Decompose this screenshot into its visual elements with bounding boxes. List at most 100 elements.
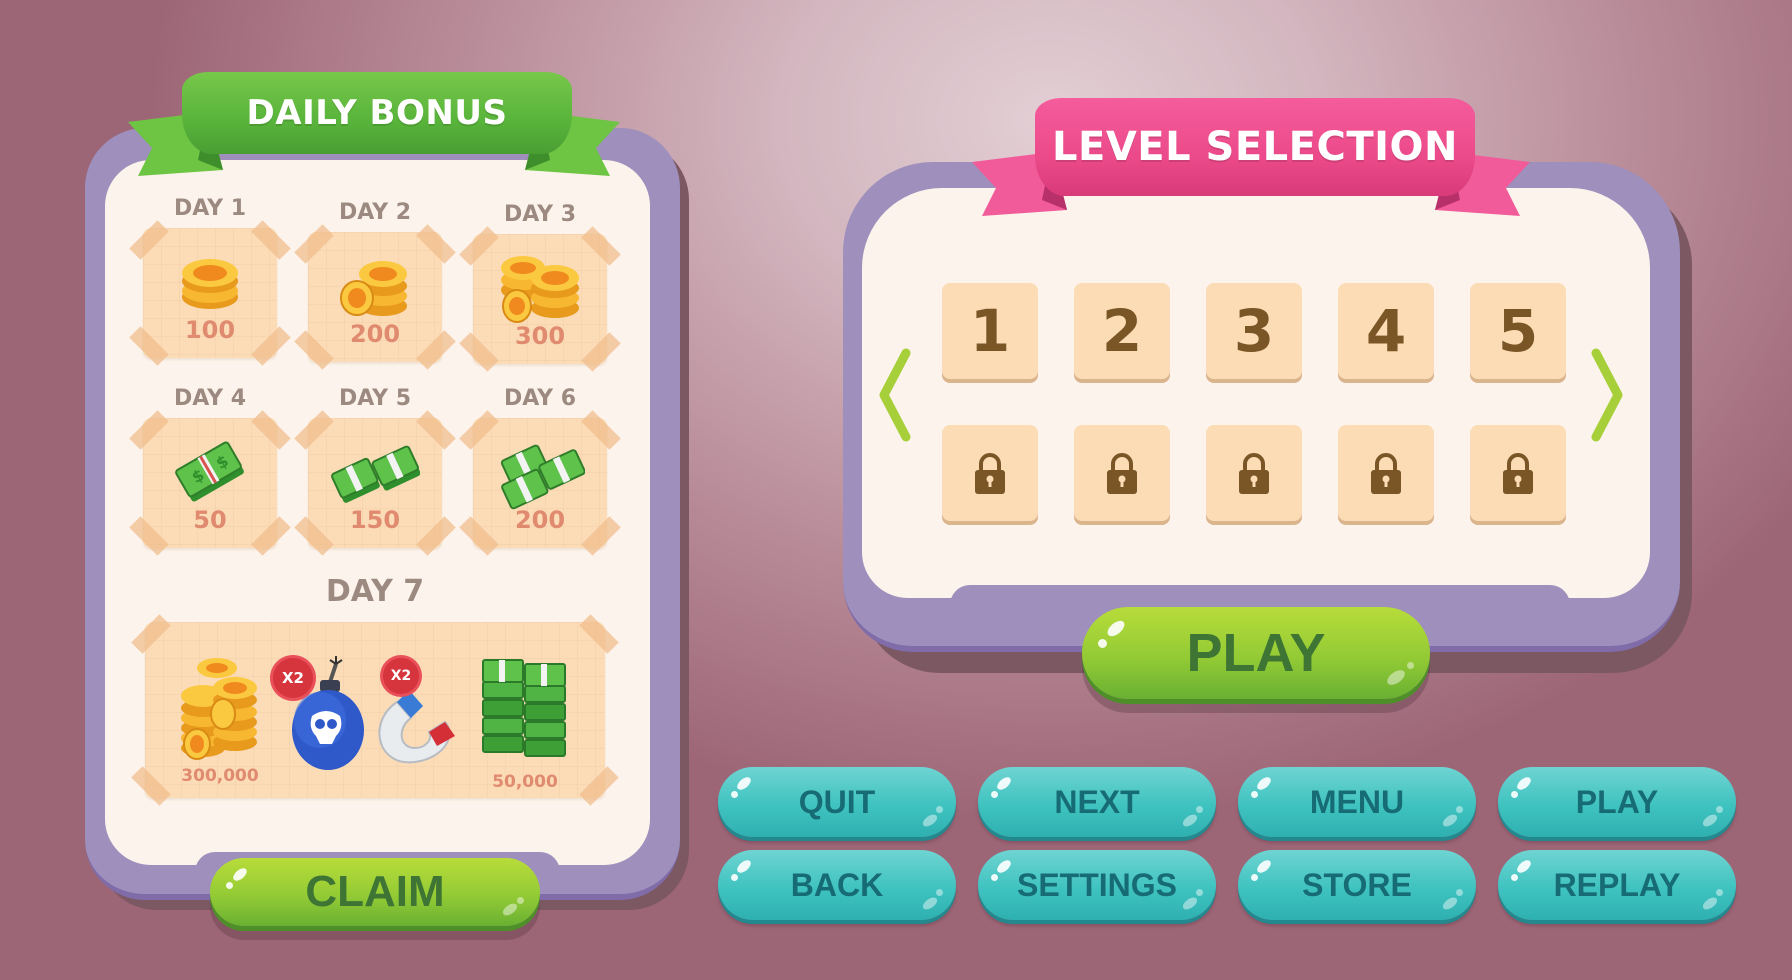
day-2-reward-tile[interactable]: 200 <box>294 224 456 370</box>
gloss-highlight <box>230 865 250 884</box>
gloss-highlight <box>1407 662 1414 669</box>
locked-level-button[interactable] <box>1338 425 1434 521</box>
day-label: DAY 2 <box>338 200 412 225</box>
day-7-reward-tile[interactable]: 300,000 X2 X2 50,000 <box>131 614 619 806</box>
daily-bonus-title: DAILY BONUS <box>182 72 572 154</box>
gloss-highlight <box>734 774 754 793</box>
coin-pile-icon <box>173 652 263 762</box>
quit-button[interactable]: QUIT <box>718 767 956 837</box>
claim-button-label: CLAIM <box>305 867 445 916</box>
day-label: DAY 3 <box>503 202 577 227</box>
replay-button-label: REPLAY <box>1553 866 1681 903</box>
level-play-button[interactable]: PLAY <box>1082 607 1430 699</box>
level-selection-title: LEVEL SELECTION <box>1035 98 1475 196</box>
day-5-reward-tile[interactable]: 150 <box>294 410 456 556</box>
cash-bundle-double-icon <box>308 432 442 512</box>
replay-button[interactable]: REPLAY <box>1498 850 1736 920</box>
magnet-multiplier-badge: X2 <box>383 658 419 694</box>
gloss-highlight <box>1251 874 1258 881</box>
coin-stack-small-icon <box>143 242 277 322</box>
locked-level-button[interactable] <box>1470 425 1566 521</box>
settings-button-label: SETTINGS <box>1016 866 1177 903</box>
play-button[interactable]: PLAY <box>1498 767 1736 837</box>
gloss-highlight <box>920 895 940 912</box>
level-4-button[interactable]: 4 <box>1338 283 1434 379</box>
lock-icon <box>975 453 1005 494</box>
gloss-highlight <box>1456 806 1463 813</box>
day-4-reward-tile[interactable]: $ $ 50 <box>129 410 291 556</box>
gloss-highlight <box>991 791 998 798</box>
bomb-multiplier-badge: X2 <box>273 658 313 698</box>
gloss-highlight <box>1511 874 1518 881</box>
cash-bundle-single-icon: $ $ <box>143 432 277 512</box>
gloss-highlight <box>1440 812 1460 829</box>
panel-notch <box>950 585 1570 605</box>
gloss-highlight <box>1254 774 1274 793</box>
panel-inner <box>862 188 1650 598</box>
store-button[interactable]: STORE <box>1238 850 1476 920</box>
quit-button-label: QUIT <box>798 783 876 820</box>
level-play-button-label: PLAY <box>1186 623 1326 683</box>
day-label: DAY 6 <box>503 386 577 411</box>
gloss-highlight <box>731 874 738 881</box>
back-button[interactable]: BACK <box>718 850 956 920</box>
store-button-label: STORE <box>1302 866 1412 903</box>
gloss-highlight <box>936 806 943 813</box>
level-3-button[interactable]: 3 <box>1206 283 1302 379</box>
cash-pile-icon <box>475 646 575 766</box>
day-label: DAY 4 <box>173 386 247 411</box>
menu-button[interactable]: MENU <box>1238 767 1476 837</box>
reward-amount: 150 <box>349 506 401 534</box>
day-3-reward-tile[interactable]: 300 <box>459 226 621 372</box>
gloss-highlight <box>1098 639 1107 648</box>
reward-amount: 200 <box>349 320 401 348</box>
gloss-highlight <box>1180 895 1200 912</box>
chevron-left-icon[interactable] <box>872 345 916 445</box>
gloss-highlight <box>1456 889 1463 896</box>
locked-level-button[interactable] <box>1074 425 1170 521</box>
gloss-highlight <box>226 882 233 889</box>
gloss-highlight <box>1196 806 1203 813</box>
menu-button-label: MENU <box>1309 783 1405 820</box>
back-button-label: BACK <box>790 866 884 903</box>
gloss-highlight <box>1254 857 1274 876</box>
day-label: DAY 1 <box>173 196 247 221</box>
gloss-highlight <box>1514 774 1534 793</box>
play-button-label: PLAY <box>1575 783 1659 820</box>
gloss-highlight <box>1700 812 1720 829</box>
gloss-highlight <box>1180 812 1200 829</box>
settings-button[interactable]: SETTINGS <box>978 850 1216 920</box>
reward-amount: 200 <box>514 506 566 534</box>
claim-button[interactable]: CLAIM <box>210 858 540 926</box>
gloss-highlight <box>991 874 998 881</box>
chevron-right-icon[interactable] <box>1586 345 1630 445</box>
gloss-highlight <box>994 774 1014 793</box>
locked-level-button[interactable] <box>942 425 1038 521</box>
gloss-highlight <box>1104 617 1128 640</box>
next-button-label: NEXT <box>1054 783 1140 820</box>
level-2-button[interactable]: 2 <box>1074 283 1170 379</box>
cash-reward-amount: 50,000 <box>492 772 558 792</box>
day-6-reward-tile[interactable]: 200 <box>459 410 621 556</box>
gloss-highlight <box>731 791 738 798</box>
lock-icon <box>1239 453 1269 494</box>
gloss-highlight <box>1196 889 1203 896</box>
day-1-reward-tile[interactable]: 100 <box>129 220 291 366</box>
locked-level-button[interactable] <box>1206 425 1302 521</box>
level-5-button[interactable]: 5 <box>1470 283 1566 379</box>
next-button[interactable]: NEXT <box>978 767 1216 837</box>
gloss-highlight <box>1384 667 1408 688</box>
gloss-highlight <box>734 857 754 876</box>
lock-icon <box>1371 453 1401 494</box>
coin-reward-amount: 300,000 <box>181 766 259 786</box>
lock-icon <box>1107 453 1137 494</box>
lock-icon <box>1503 453 1533 494</box>
coin-stack-large-icon <box>473 248 607 328</box>
gloss-highlight <box>1440 895 1460 912</box>
gloss-highlight <box>920 812 940 829</box>
day-label: DAY 5 <box>338 386 412 411</box>
gloss-highlight <box>1700 895 1720 912</box>
gloss-highlight <box>1514 857 1534 876</box>
level-1-button[interactable]: 1 <box>942 283 1038 379</box>
gloss-highlight <box>936 889 943 896</box>
